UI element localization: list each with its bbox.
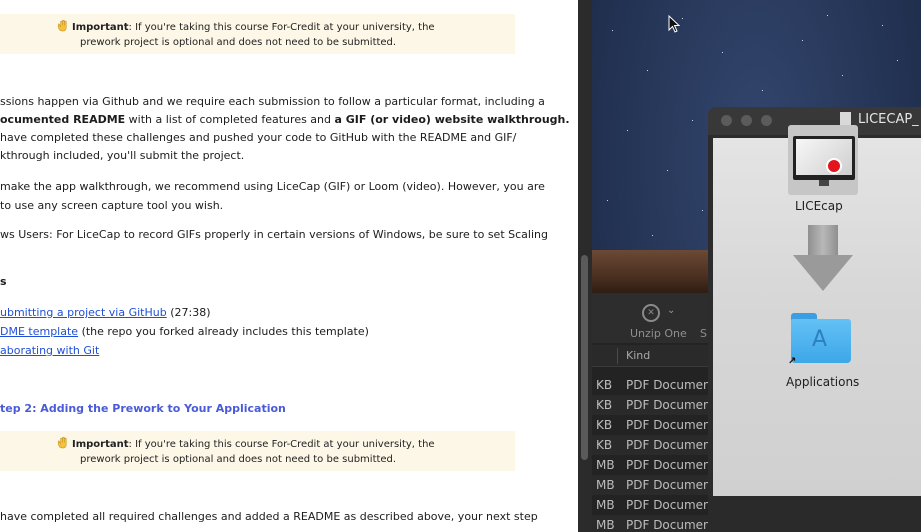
unzip-icon[interactable]: ✕ <box>642 304 660 322</box>
course-document: Important: If you're taking this course … <box>0 0 578 532</box>
paragraph-line: make the app walkthrough, we recommend u… <box>0 180 545 193</box>
callout-line-1: Important: If you're taking this course … <box>56 436 435 450</box>
callout-line-1: Important: If you're taking this course … <box>56 19 435 33</box>
callout-line-2: prework project is optional and does not… <box>80 37 397 48</box>
treeline <box>592 250 712 295</box>
file-row[interactable]: KB PDF Documen <box>592 375 708 395</box>
arrow-down-head <box>793 255 853 291</box>
file-row[interactable]: MB PDF Documen <box>592 475 708 495</box>
paragraph-line: ws Users: For LiceCap to record GIFs pro… <box>0 228 548 241</box>
paragraph-line: kthrough included, you'll submit the pro… <box>0 149 245 162</box>
file-kind: PDF Documen <box>626 378 708 392</box>
callout-important-label: Important <box>72 22 129 33</box>
dmg-bottom-area <box>708 496 921 532</box>
size-unit: MB <box>596 458 615 472</box>
file-kind: PDF Documen <box>626 398 708 412</box>
paragraph-line: ocumented README with a list of complete… <box>0 113 570 126</box>
app-store-glyph-icon: A <box>812 327 828 352</box>
file-kind: PDF Documen <box>626 458 708 472</box>
file-kind: PDF Document <box>626 518 708 532</box>
file-kind: PDF Documen <box>626 478 708 492</box>
applications-folder-label[interactable]: Applications <box>786 375 859 389</box>
finder-window: ✕ ⌄ Unzip One S Kind KB PDF Documen KB PDF… <box>592 293 708 532</box>
file-row[interactable]: MB PDF Document <box>592 515 708 532</box>
submitting-project-link[interactable]: ubmitting a project via GitHub <box>0 306 167 319</box>
file-kind: PDF Documen <box>626 418 708 432</box>
file-row[interactable]: MB PDF Documen <box>592 495 708 515</box>
close-button[interactable] <box>721 115 732 126</box>
paragraph-line: ssions happen via Github and we require … <box>0 95 545 108</box>
collaborating-with-git-link[interactable]: aborating with Git <box>0 344 99 357</box>
file-row[interactable]: KB PDF Documen <box>592 395 708 415</box>
resource-list-item: ubmitting a project via GitHub (27:38) <box>0 306 210 319</box>
file-row[interactable]: MB PDF Documen <box>592 455 708 475</box>
section-heading-fragment: s <box>0 275 7 288</box>
important-callout: Important: If you're taking this course … <box>0 431 515 471</box>
readme-template-link[interactable]: DME template <box>0 325 78 338</box>
paragraph-text: with a list of completed features and <box>125 113 335 126</box>
document-icon <box>840 112 851 126</box>
list-item-text: (the repo you forked already includes th… <box>78 325 369 338</box>
kind-column-header[interactable]: Kind <box>592 345 708 367</box>
app-monitor-stand <box>819 180 829 186</box>
column-separator[interactable] <box>617 348 618 364</box>
paragraph-line: have completed these challenges and push… <box>0 131 517 144</box>
dmg-window-title: LICECAP_ <box>858 112 919 127</box>
size-unit: KB <box>596 418 613 432</box>
callout-important-label: Important <box>72 439 129 450</box>
record-dot-icon <box>826 158 842 174</box>
gif-bold: a GIF (or video) website walkthrough. <box>334 113 570 126</box>
callout-text: : If you're taking this course For-Credi… <box>128 439 435 450</box>
scrollbar-thumb[interactable] <box>581 255 588 460</box>
file-kind: PDF Documen <box>626 438 708 452</box>
unzip-one-label[interactable]: Unzip One <box>630 327 687 340</box>
licecap-app-label[interactable]: LICEcap <box>795 199 843 213</box>
licecap-dmg-window: LICECAP_ LICEcap A ↗ Applications <box>708 107 921 532</box>
file-row[interactable]: KB PDF Documen <box>592 435 708 455</box>
callout-text: : If you're taking this course For-Credi… <box>128 22 435 33</box>
size-unit: MB <box>596 478 615 492</box>
size-unit: KB <box>596 398 613 412</box>
size-unit: MB <box>596 498 615 512</box>
resource-list-item: DME template (the repo you forked alread… <box>0 325 369 338</box>
mouse-cursor-icon <box>668 15 680 33</box>
file-row[interactable]: KB PDF Documen <box>592 415 708 435</box>
size-unit: KB <box>596 438 613 452</box>
list-item-text: (27:38) <box>166 306 211 319</box>
size-unit: MB <box>596 518 615 532</box>
paragraph-line: to use any screen capture tool you wish. <box>0 199 224 212</box>
readme-bold: ocumented README <box>0 113 126 126</box>
wave-hand-icon <box>57 436 67 449</box>
resource-list-item: aborating with Git <box>0 344 99 357</box>
callout-line-2: prework project is optional and does not… <box>80 454 397 465</box>
zoom-button[interactable] <box>761 115 772 126</box>
step-2-heading[interactable]: tep 2: Adding the Prework to Your Applic… <box>0 402 286 415</box>
minimize-button[interactable] <box>741 115 752 126</box>
paragraph-line: have completed all required challenges a… <box>0 510 538 523</box>
wave-hand-icon <box>57 19 67 32</box>
chevron-down-icon[interactable]: ⌄ <box>667 305 675 316</box>
file-kind: PDF Documen <box>626 498 708 512</box>
important-callout: Important: If you're taking this course … <box>0 14 515 54</box>
app-monitor-screen <box>796 139 852 175</box>
kind-column-label: Kind <box>626 349 651 362</box>
toolbar-partial-label[interactable]: S <box>700 327 707 340</box>
arrow-down-icon <box>808 225 838 255</box>
size-unit: KB <box>596 378 613 392</box>
alias-arrow-icon: ↗ <box>788 356 797 367</box>
